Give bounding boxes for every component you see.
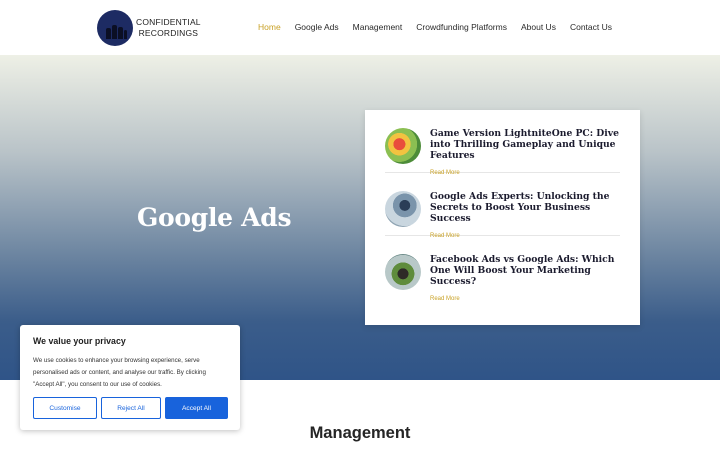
reject-all-button[interactable]: Reject All bbox=[101, 397, 161, 419]
site-logo[interactable]: CONFIDENTIAL RECORDINGS bbox=[97, 10, 201, 46]
post-title[interactable]: Facebook Ads vs Google Ads: Which One Wi… bbox=[430, 254, 620, 287]
post-title[interactable]: Google Ads Experts: Unlocking the Secret… bbox=[430, 191, 620, 224]
nav-item-about-us[interactable]: About Us bbox=[521, 22, 556, 32]
read-more-link[interactable]: Read More bbox=[430, 233, 460, 239]
nav-item-google-ads[interactable]: Google Ads bbox=[295, 22, 339, 32]
logo-line-1: CONFIDENTIAL bbox=[136, 17, 201, 27]
post-item: Google Ads Experts: Unlocking the Secret… bbox=[385, 173, 620, 239]
post-thumbnail[interactable] bbox=[385, 128, 421, 164]
read-more-link[interactable]: Read More bbox=[430, 296, 460, 302]
post-title[interactable]: Game Version LightniteOne PC: Dive into … bbox=[430, 128, 620, 161]
read-more-link[interactable]: Read More bbox=[430, 170, 460, 176]
post-item: Facebook Ads vs Google Ads: Which One Wi… bbox=[385, 236, 620, 302]
logo-bottles-icon bbox=[97, 10, 133, 46]
customise-button[interactable]: Customise bbox=[33, 397, 97, 419]
cookie-title: We value your privacy bbox=[33, 336, 126, 346]
post-thumbnail[interactable] bbox=[385, 191, 421, 227]
post-thumbnail[interactable] bbox=[385, 254, 421, 290]
post-item: Game Version LightniteOne PC: Dive into … bbox=[385, 110, 620, 176]
nav-item-home[interactable]: Home bbox=[258, 22, 281, 32]
main-nav: Home Google Ads Management Crowdfunding … bbox=[258, 22, 626, 32]
nav-item-crowdfunding-platforms[interactable]: Crowdfunding Platforms bbox=[416, 22, 507, 32]
cookie-description: We use cookies to enhance your browsing … bbox=[33, 357, 206, 388]
accept-all-button[interactable]: Accept All bbox=[165, 397, 228, 419]
hero-title: Google Ads bbox=[137, 203, 292, 232]
cookie-actions: Customise Reject All Accept All bbox=[33, 397, 228, 419]
nav-item-management[interactable]: Management bbox=[353, 22, 403, 32]
logo-text: CONFIDENTIAL RECORDINGS bbox=[136, 17, 201, 39]
recent-posts-card: Game Version LightniteOne PC: Dive into … bbox=[365, 110, 640, 325]
nav-item-contact-us[interactable]: Contact Us bbox=[570, 22, 612, 32]
logo-line-2: RECORDINGS bbox=[138, 28, 199, 38]
cookie-consent-banner: We value your privacy We use cookies to … bbox=[20, 325, 240, 430]
site-header: CONFIDENTIAL RECORDINGS Home Google Ads … bbox=[0, 0, 720, 55]
